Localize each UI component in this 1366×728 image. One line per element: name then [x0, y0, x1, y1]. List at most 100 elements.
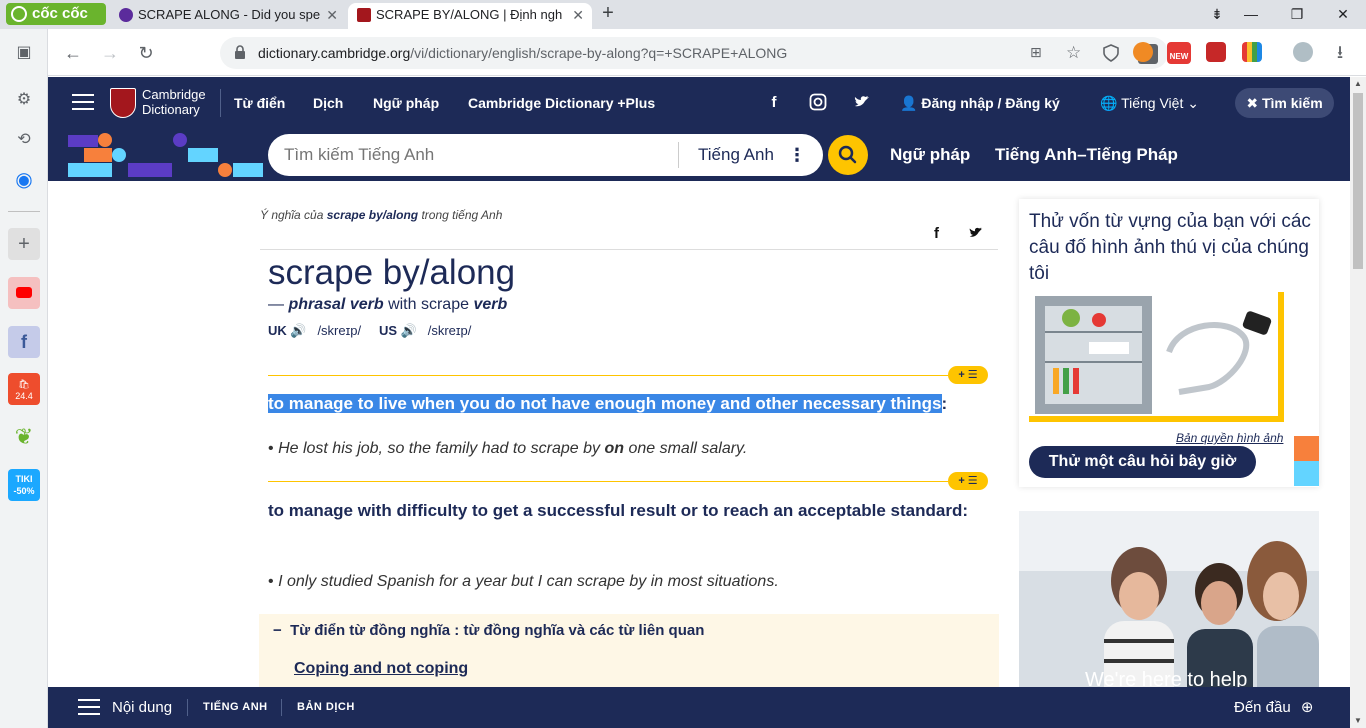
forward-button[interactable]: → [97, 40, 123, 66]
tab-scrape-by-along[interactable]: SCRAPE BY/ALONG | Định ngh ✕ [348, 3, 592, 29]
breadcrumb: Ý nghĩa của scrape by/along trong tiếng … [260, 208, 503, 222]
search-divider [678, 142, 679, 168]
try-quiz-button[interactable]: Thử một câu hỏi bây giờ [1029, 446, 1256, 478]
share-twitter-icon[interactable] [968, 225, 984, 245]
menu-icon[interactable] [78, 699, 100, 715]
restore-button[interactable]: ❐ [1274, 0, 1320, 29]
nav-cambridge-plus[interactable]: Cambridge Dictionary +Plus [468, 77, 655, 129]
english-french-link[interactable]: Tiếng Anh–Tiếng Pháp [995, 129, 1178, 181]
footer-divider [281, 699, 282, 716]
uk-audio-speaker-icon[interactable]: 🔊 [290, 323, 306, 338]
bookmark-star-icon[interactable]: ☆ [1066, 44, 1084, 62]
shopee-icon[interactable]: 🛍 24.4 [8, 373, 40, 405]
decor-shape [68, 135, 98, 147]
cambridge-shield-icon [110, 88, 136, 118]
downloads-icon[interactable]: ⭳ [1330, 42, 1350, 62]
palette-extension-icon[interactable] [1242, 42, 1262, 62]
thesaurus-link[interactable]: Coping and not coping [294, 660, 468, 678]
browser-sidebar: ▣ ⚙ ⟲ ◉ + f 🛍 24.4 ❦ TIKI -50% [0, 29, 48, 728]
add-to-wordlist-button[interactable]: + ☰ [948, 366, 988, 384]
coccoc-ring-icon [11, 6, 27, 22]
language-selector[interactable]: 🌐 Tiếng Việt ⌄ [1100, 77, 1199, 129]
record-extension-icon[interactable] [1206, 42, 1226, 62]
search-box: Tiếng Anh ⋮ [268, 134, 823, 176]
collapse-icon[interactable]: − [273, 622, 282, 639]
decor-shape [173, 133, 187, 147]
login-link[interactable]: 👤 Đăng nhập / Đăng ký [900, 77, 1060, 129]
thesaurus-box: − Từ điển từ đồng nghĩa : từ đồng nghĩa … [259, 614, 999, 694]
nav-grammar[interactable]: Ngữ pháp [373, 77, 439, 129]
reload-button[interactable]: ↻ [133, 40, 159, 66]
sidebar-toggle-icon[interactable]: ▣ [8, 37, 40, 69]
back-to-top-button[interactable]: Đến đầu ⊕ [1234, 687, 1313, 728]
globe-icon: 🌐 [1100, 95, 1118, 111]
decor-shape [1294, 436, 1319, 461]
search-button[interactable] [828, 135, 868, 175]
translate-icon[interactable]: ⊞ [1030, 44, 1048, 62]
share-facebook-icon[interactable]: f [934, 225, 939, 242]
shield-icon[interactable] [1102, 44, 1120, 62]
browser-brand-label: cốc cốc [32, 5, 88, 22]
page-scrollbar[interactable]: ▲ ▼ [1350, 77, 1366, 728]
decor-shape [98, 133, 112, 147]
example-2: • I only studied Spanish for a year but … [268, 573, 779, 590]
new-tab-button[interactable]: + [597, 3, 619, 25]
us-audio-speaker-icon[interactable]: 🔊 [401, 323, 417, 338]
thesaurus-title[interactable]: − Từ điển từ đồng nghĩa : từ đồng nghĩa … [273, 622, 704, 639]
contents-button[interactable]: Nội dung [112, 687, 172, 728]
news-extension-icon[interactable]: NEW [1167, 42, 1191, 64]
user-icon: 👤 [900, 95, 918, 111]
tab-translation[interactable]: BẢN DỊCH [297, 687, 355, 728]
close-icon: ✖ [1246, 95, 1259, 111]
coccoc-leaf-icon[interactable]: ❦ [8, 421, 40, 453]
messenger-icon[interactable]: ◉ [8, 164, 40, 196]
instagram-icon[interactable] [808, 93, 828, 113]
image-copyright-link[interactable]: Bản quyền hình ảnh [1176, 431, 1283, 445]
profile-avatar[interactable] [1293, 42, 1313, 62]
scrollbar-thumb[interactable] [1353, 93, 1363, 269]
tab-close-icon[interactable]: ✕ [326, 3, 338, 27]
headword: scrape by/along [268, 253, 516, 292]
scroll-up-arrow-icon[interactable]: ▲ [1350, 77, 1366, 91]
tiki-icon[interactable]: TIKI -50% [8, 469, 40, 501]
grammar-link[interactable]: Ngữ pháp [890, 129, 970, 181]
dictionary-language-select[interactable]: Tiếng Anh [698, 134, 774, 176]
decor-shape [84, 148, 112, 162]
history-icon[interactable]: ⟲ [8, 124, 40, 156]
nav-dictionary[interactable]: Từ điển [234, 77, 285, 129]
settings-gear-icon[interactable]: ⚙ [8, 84, 40, 116]
tab-scrape-along[interactable]: SCRAPE ALONG - Did you spe ✕ [110, 3, 346, 29]
close-window-button[interactable]: ✕ [1320, 0, 1366, 29]
more-options-icon[interactable]: ⋮ [788, 134, 806, 176]
tab-english[interactable]: TIẾNG ANH [203, 687, 268, 728]
menu-icon[interactable] [72, 94, 94, 111]
cambridge-logo[interactable]: Cambridge Dictionary [110, 87, 210, 119]
quiz-image[interactable] [1029, 292, 1284, 422]
extension-color-icon[interactable] [1133, 42, 1153, 62]
tab-close-icon[interactable]: ✕ [572, 3, 584, 27]
tab-title: SCRAPE ALONG - Did you spe [138, 7, 321, 22]
add-shortcut-button[interactable]: + [8, 228, 40, 260]
twitter-icon[interactable] [852, 93, 872, 113]
browser-tab-strip: cốc cốc SCRAPE ALONG - Did you spe ✕ SCR… [0, 0, 1366, 29]
back-button[interactable]: ← [60, 40, 86, 66]
search-input[interactable] [284, 134, 664, 176]
nav-translate[interactable]: Dịch [313, 77, 343, 129]
facebook-icon[interactable]: f [8, 326, 40, 358]
scroll-down-arrow-icon[interactable]: ▼ [1350, 714, 1366, 728]
decor-shape [1294, 461, 1319, 486]
youtube-icon[interactable] [8, 277, 40, 309]
decor-shape [233, 163, 263, 177]
address-bar[interactable]: dictionary.cambridge.org/vi/dictionary/e… [220, 37, 1168, 69]
chevron-down-icon: ⌄ [1187, 95, 1199, 111]
minimize-button[interactable]: — [1228, 0, 1274, 29]
add-to-wordlist-button[interactable]: + ☰ [948, 472, 988, 490]
browser-logo[interactable]: cốc cốc [6, 3, 106, 25]
tab-favicon-icon [119, 8, 133, 22]
web-page: Cambridge Dictionary Từ điển Dịch Ngữ ph… [48, 77, 1350, 728]
close-search-button[interactable]: ✖ Tìm kiếm [1235, 88, 1334, 118]
search-icon [838, 145, 857, 164]
facebook-icon[interactable]: f [764, 93, 784, 113]
tab-title: SCRAPE BY/ALONG | Định ngh [376, 7, 563, 22]
browser-toolbar: ← → ↻ dictionary.cambridge.org/vi/dictio… [48, 29, 1366, 76]
